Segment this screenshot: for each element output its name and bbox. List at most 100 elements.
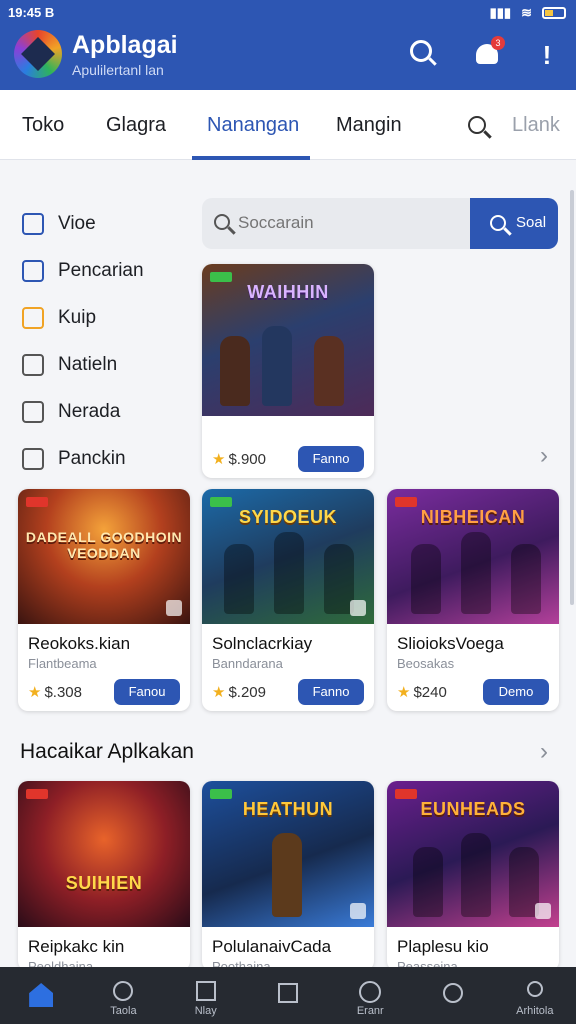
tab-mangin[interactable]: Mangin	[336, 114, 402, 137]
price: ★ $240	[397, 684, 447, 701]
app-name: PolulanaivCada	[212, 937, 332, 956]
status-time: 19:45 B	[8, 5, 55, 20]
nav-home[interactable]	[0, 967, 82, 1024]
status-icons: ▮▮▮ ≋	[490, 5, 566, 21]
grid-icon	[22, 212, 44, 235]
tab-search-button[interactable]	[468, 116, 486, 134]
alert-icon: !	[542, 40, 552, 70]
rating-tag-icon	[210, 789, 232, 799]
scrollbar[interactable]	[570, 190, 574, 605]
artwork-title: HEATHUN	[242, 799, 334, 819]
search-button[interactable]: Soal	[470, 198, 558, 249]
star-icon: ★	[397, 684, 411, 701]
card-footer: ★ $.900 Fanno	[202, 438, 374, 478]
hero-figure	[224, 544, 254, 614]
home-icon	[22, 259, 44, 282]
chevron-right-icon[interactable]: ›	[540, 738, 548, 766]
wifi-icon: ≋	[521, 5, 532, 20]
app-card[interactable]: SYIDOEUK Solnclacrkiay Banndarana ★ $.209…	[202, 489, 374, 711]
tab-bar: Toko Glagra Nanangan Mangin Llank	[0, 90, 576, 160]
nav-taola[interactable]: Taola	[82, 967, 164, 1024]
side-item-label: Kuip	[58, 306, 97, 328]
app-developer: Banndarana	[212, 656, 283, 671]
search-icon	[113, 981, 134, 1001]
search-icon	[442, 983, 463, 1003]
bottom-nav: Taola Nlay Eranr Arhitola	[0, 967, 576, 1024]
list-icon	[22, 400, 44, 423]
document-icon	[22, 447, 44, 470]
app-artwork: SYIDOEUK	[202, 489, 374, 624]
search-input[interactable]	[238, 210, 458, 236]
app-logo	[14, 30, 62, 78]
star-icon: ★	[212, 451, 226, 468]
signal-icon: ▮▮▮	[489, 5, 512, 20]
profile-icon	[526, 981, 543, 997]
app-artwork: HEATHUN	[202, 781, 374, 927]
search-field	[202, 198, 470, 249]
app-subtitle: Apulilertanl lan	[72, 62, 164, 78]
side-item-label: Vioe	[58, 212, 96, 234]
tools-icon	[22, 353, 44, 376]
battery-icon	[542, 7, 566, 19]
hero-figure	[262, 326, 292, 406]
hero-figure	[461, 532, 491, 614]
app-card[interactable]: NIBHEICAN SlioioksVoega Beosakas ★ $240 D…	[387, 489, 559, 711]
side-item-vioe[interactable]: Vioe	[22, 200, 192, 247]
artwork-title: DADEALL GOODHOIN VEODDAN	[25, 529, 183, 561]
app-name: Reokoks.kian	[28, 634, 131, 653]
square-icon	[277, 983, 298, 1003]
price: ★ $.900	[212, 451, 266, 468]
app-card[interactable]: SUIHIEN Reipkakc kin Peoldhaina	[18, 781, 190, 971]
side-item-label: Panckin	[58, 447, 126, 469]
nav-square[interactable]	[247, 967, 329, 1024]
app-card[interactable]: DADEALL GOODHOIN VEODDAN Reokoks.kian Fl…	[18, 489, 190, 711]
app-card[interactable]: HEATHUN PolulanaivCada Poothaina	[202, 781, 374, 971]
nav-eranr[interactable]: Eranr	[329, 967, 411, 1024]
nav-arhitola[interactable]: Arhitola	[494, 967, 576, 1024]
star-icon: ★	[28, 684, 42, 701]
app-name: SlioioksVoega	[397, 634, 504, 653]
side-item-panckin[interactable]: Panckin	[22, 435, 192, 482]
alert-button[interactable]: !	[532, 40, 562, 70]
side-item-nerada[interactable]: Nerada	[22, 388, 192, 435]
hero-figure	[274, 532, 304, 614]
featured-app-card[interactable]: WAIHHIN ★ $.900 Fanno	[202, 264, 374, 478]
rating-tag-icon	[210, 272, 232, 282]
card-footer: ★ $.209 Fanno	[202, 671, 374, 711]
side-item-natieln[interactable]: Natieln	[22, 341, 192, 388]
artwork-title: WAIHHIN	[247, 282, 329, 302]
header-search-button[interactable]	[410, 40, 440, 70]
library-icon	[195, 981, 216, 1001]
app-name: Reipkakc kin	[28, 937, 125, 956]
nav-nlay[interactable]: Nlay	[165, 967, 247, 1024]
side-item-kuip[interactable]: Kuip	[22, 294, 192, 341]
nav-label: Eranr	[356, 1005, 384, 1017]
get-button[interactable]: Demo	[483, 679, 549, 705]
search-icon	[410, 40, 432, 62]
tab-toko[interactable]: Toko	[22, 114, 64, 137]
notifications-button[interactable]: 3	[476, 36, 506, 70]
card-footer: ★ $240 Demo	[387, 671, 559, 711]
price: ★ $.308	[28, 684, 82, 701]
rating-tag-icon	[26, 497, 48, 507]
tab-glagra[interactable]: Glagra	[106, 114, 166, 137]
get-button[interactable]: Fanou	[114, 679, 180, 705]
side-item-label: Pencarian	[58, 259, 144, 281]
nav-search[interactable]	[411, 967, 493, 1024]
artwork-title: EUNHEADS	[420, 799, 526, 819]
app-developer: Flantbeama	[28, 656, 97, 671]
tab-llank[interactable]: Llank	[512, 114, 560, 137]
status-bar: 19:45 B ▮▮▮ ≋	[0, 0, 576, 26]
tab-nanangan[interactable]: Nanangan	[207, 114, 299, 137]
rating-tag-icon	[210, 497, 232, 507]
chevron-right-icon[interactable]: ›	[540, 442, 548, 470]
get-button[interactable]: Fanno	[298, 679, 364, 705]
app-artwork: SUIHIEN	[18, 781, 190, 927]
get-button[interactable]: Fanno	[298, 446, 364, 472]
app-title: Apblagai	[72, 31, 178, 59]
rating-tag-icon	[395, 497, 417, 507]
rating-tag-icon	[26, 789, 48, 799]
app-card[interactable]: EUNHEADS Plaplesu kio Peasseina	[387, 781, 559, 971]
search-icon	[490, 215, 506, 231]
side-item-pencarian[interactable]: Pencarian	[22, 247, 192, 294]
